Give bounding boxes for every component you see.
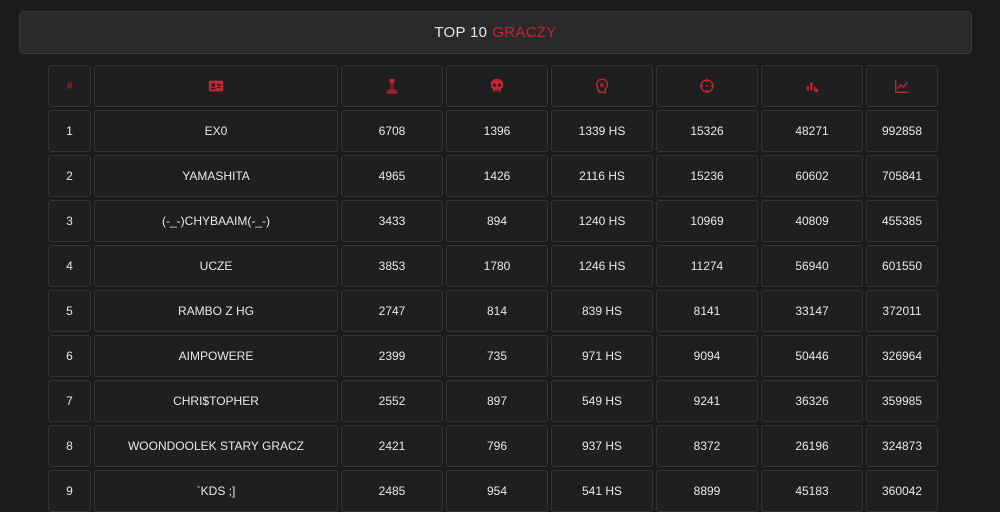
stat-cell: 2552: [341, 380, 443, 422]
stat-cell: 10969: [656, 200, 758, 242]
rank-cell: 2: [48, 155, 91, 197]
stat-cell: 8899: [656, 470, 758, 512]
rank-cell: 8: [48, 425, 91, 467]
headshot-icon[interactable]: [551, 65, 653, 107]
stat-cell: 50446: [761, 335, 863, 377]
kills-cell: 894: [446, 200, 548, 242]
headshots-cell: 549 HS: [551, 380, 653, 422]
headshots-cell: 1246 HS: [551, 245, 653, 287]
player-name-cell: (-_-)CHYBAAIM(-_-): [94, 200, 338, 242]
stat-cell: 372011: [866, 290, 938, 332]
skull-icon[interactable]: [446, 65, 548, 107]
damage-icon[interactable]: [761, 65, 863, 107]
stat-cell: 2399: [341, 335, 443, 377]
id-card-icon[interactable]: [94, 65, 338, 107]
player-name-cell: `KDS ;]: [94, 470, 338, 512]
kills-cell: 814: [446, 290, 548, 332]
rank-cell: 4: [48, 245, 91, 287]
rank-cell: 3: [48, 200, 91, 242]
stat-cell: 8372: [656, 425, 758, 467]
stat-cell: 992858: [866, 110, 938, 152]
stat-cell: 9241: [656, 380, 758, 422]
stat-cell: 6708: [341, 110, 443, 152]
player-name-cell: AIMPOWERE: [94, 335, 338, 377]
stat-cell: 324873: [866, 425, 938, 467]
kills-cell: 1426: [446, 155, 548, 197]
stat-cell: 705841: [866, 155, 938, 197]
rank-cell: 1: [48, 110, 91, 152]
player-name-cell: UCZE: [94, 245, 338, 287]
rank-cell: 6: [48, 335, 91, 377]
stat-cell: 36326: [761, 380, 863, 422]
player-name-cell: WOONDOOLEK STARY GRACZ: [94, 425, 338, 467]
chart-line-icon[interactable]: [866, 65, 938, 107]
player-name-cell: RAMBO Z HG: [94, 290, 338, 332]
stat-cell: 40809: [761, 200, 863, 242]
stat-cell: 359985: [866, 380, 938, 422]
headshots-cell: 839 HS: [551, 290, 653, 332]
stat-cell: 3853: [341, 245, 443, 287]
kills-cell: 735: [446, 335, 548, 377]
stat-cell: 11274: [656, 245, 758, 287]
stat-cell: 2747: [341, 290, 443, 332]
trophy-icon[interactable]: [341, 65, 443, 107]
kills-cell: 954: [446, 470, 548, 512]
stat-cell: 3433: [341, 200, 443, 242]
stat-cell: 326964: [866, 335, 938, 377]
headshots-cell: 2116 HS: [551, 155, 653, 197]
crosshair-icon[interactable]: [656, 65, 758, 107]
headshots-cell: 971 HS: [551, 335, 653, 377]
stat-cell: 360042: [866, 470, 938, 512]
title-main: TOP 10: [434, 24, 488, 41]
headshots-cell: 1240 HS: [551, 200, 653, 242]
stat-cell: 56940: [761, 245, 863, 287]
kills-cell: 796: [446, 425, 548, 467]
rank-cell: 9: [48, 470, 91, 512]
rank-cell: 5: [48, 290, 91, 332]
headshots-cell: 1339 HS: [551, 110, 653, 152]
stat-cell: 33147: [761, 290, 863, 332]
stat-cell: 601550: [866, 245, 938, 287]
stat-cell: 9094: [656, 335, 758, 377]
stat-cell: 45183: [761, 470, 863, 512]
stat-cell: 2421: [341, 425, 443, 467]
stat-cell: 15326: [656, 110, 758, 152]
headshots-cell: 541 HS: [551, 470, 653, 512]
stat-cell: 455385: [866, 200, 938, 242]
rank-cell: 7: [48, 380, 91, 422]
kills-cell: 1396: [446, 110, 548, 152]
rank-header: #: [48, 65, 91, 107]
kills-cell: 1780: [446, 245, 548, 287]
player-name-cell: CHRI$TOPHER: [94, 380, 338, 422]
title-accent: GRACZY: [492, 24, 557, 41]
headshots-cell: 937 HS: [551, 425, 653, 467]
player-name-cell: EX0: [94, 110, 338, 152]
stat-cell: 2485: [341, 470, 443, 512]
page-title: TOP 10 GRACZY: [19, 11, 972, 54]
stat-cell: 4965: [341, 155, 443, 197]
kills-cell: 897: [446, 380, 548, 422]
leaderboard-table: # 1 EX0 6708 1396 1339 HS 15326 48271 99…: [48, 65, 938, 512]
stat-cell: 60602: [761, 155, 863, 197]
stat-cell: 8141: [656, 290, 758, 332]
stat-cell: 26196: [761, 425, 863, 467]
stat-cell: 48271: [761, 110, 863, 152]
player-name-cell: YAMASHITA: [94, 155, 338, 197]
stat-cell: 15236: [656, 155, 758, 197]
